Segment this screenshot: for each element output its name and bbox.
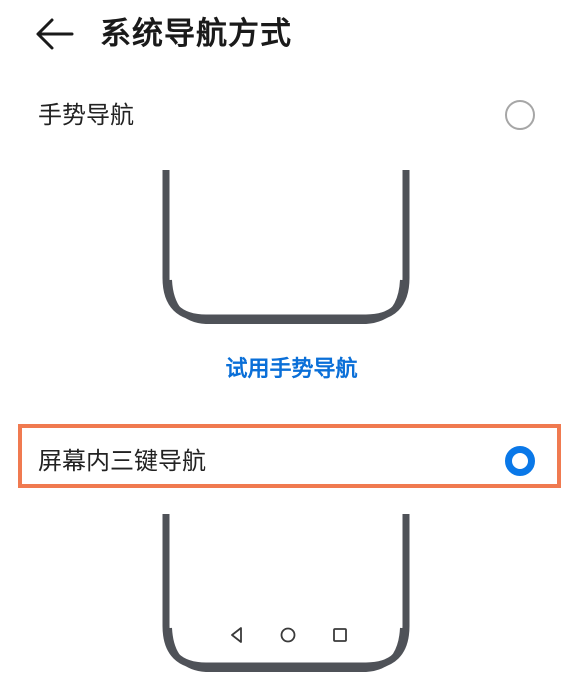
option-gesture-navigation[interactable]: 手势导航 — [0, 86, 583, 146]
phone-frame-illustration — [162, 514, 410, 672]
phone-frame-illustration — [162, 170, 410, 324]
gesture-preview-phone — [160, 170, 412, 326]
title-bar: 系统导航方式 — [0, 0, 583, 72]
option-label-gesture: 手势导航 — [38, 101, 134, 129]
nav-recent-key[interactable] — [329, 624, 351, 646]
try-gesture-navigation-link[interactable]: 试用手势导航 — [0, 350, 583, 390]
recent-square-icon — [333, 628, 347, 642]
option-three-key-navigation[interactable]: 屏幕内三键导航 — [0, 432, 583, 492]
three-key-preview-phone — [160, 514, 412, 674]
radio-gesture-unselected[interactable] — [505, 100, 535, 130]
page-title: 系统导航方式 — [100, 16, 292, 52]
back-triangle-icon — [231, 627, 242, 643]
back-button[interactable] — [30, 14, 78, 54]
nav-home-key[interactable] — [277, 624, 299, 646]
option-label-three-key: 屏幕内三键导航 — [38, 447, 206, 475]
radio-three-key-selected[interactable] — [505, 446, 535, 476]
nav-back-key[interactable] — [226, 624, 248, 646]
back-arrow-icon — [36, 18, 74, 50]
home-circle-icon — [280, 627, 296, 643]
three-key-nav-bar — [226, 624, 350, 646]
